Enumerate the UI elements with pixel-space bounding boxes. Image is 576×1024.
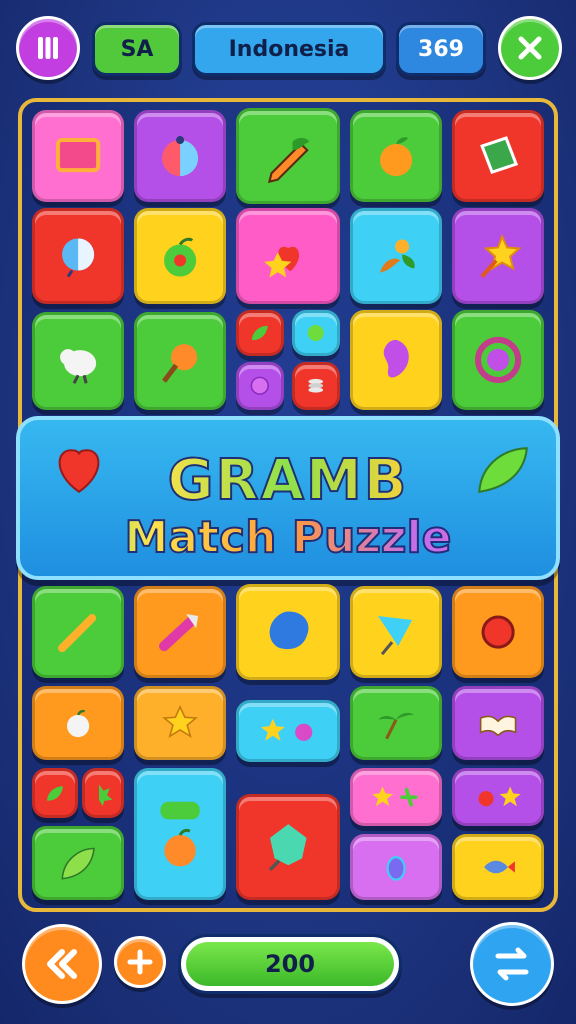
score-value: 369 [418,36,464,62]
frame-icon [55,137,101,173]
tile-purple-book[interactable] [452,686,544,760]
progress-fill: 200 [186,942,394,986]
gem-icon [268,824,307,872]
palm-icon [378,713,414,740]
country-name-badge: Indonesia [192,22,386,76]
tile-orange-apple[interactable] [32,686,124,760]
orb-icon [250,376,270,396]
tile-purple-star[interactable] [452,208,544,304]
tile-yellow-blob[interactable] [236,584,340,680]
tile-green-torch[interactable] [134,312,226,410]
close-button[interactable] [498,16,562,80]
egg-icon [386,856,406,881]
tile-red-leaf-b[interactable] [82,768,124,818]
tile-orange-arrow[interactable] [134,586,226,678]
top-bar: SA Indonesia 369 [0,0,576,100]
add-button[interactable] [114,936,166,988]
tile-yellow-potion[interactable] [350,310,442,410]
tile-purple-egg[interactable] [350,834,442,900]
pencil-icon [267,137,309,183]
tile-red-coins-small[interactable] [292,362,340,410]
tile-green-leaf[interactable] [32,826,124,900]
tile-purple-orb-small[interactable] [236,362,284,410]
heart-star-icon [263,246,299,277]
apple-icon [66,710,90,738]
tile-red-leaf-a[interactable] [32,768,78,818]
tile-cyan-star-berry[interactable] [236,700,340,762]
tile-green-bird[interactable] [32,312,124,410]
apple-star-icon [478,786,521,807]
tile-cyan-flower[interactable] [350,208,442,304]
crystal-icon [377,615,413,656]
leaf-icon [252,325,268,341]
game-title: GRAMB [20,447,556,514]
plus-icon [127,949,153,975]
bird-icon [59,348,97,384]
tile-orange-star[interactable] [134,686,226,760]
blob-icon [269,611,309,649]
star-icon [162,705,198,739]
title-banner: GRAMB Match Puzzle [16,416,560,580]
progress-value: 200 [264,950,316,978]
tile-red-balloon[interactable] [32,208,124,304]
coins-icon [308,379,324,393]
torch-icon [161,343,198,383]
bottom-bar: 200 [0,912,576,1024]
wand-icon [57,613,97,653]
tile-green-palm[interactable] [350,686,442,760]
shuffle-button[interactable] [470,922,554,1006]
controller-fruit-icon [160,801,200,867]
flower-icon [379,238,415,273]
game-subtitle: Match Puzzle [20,511,556,564]
progress-bar: 200 [178,934,402,994]
score-badge: 369 [396,22,486,76]
leaf-icon [47,785,63,801]
leaf-icon [61,847,95,880]
tile-orange-sun[interactable] [452,586,544,678]
tile-green-orange[interactable] [350,110,442,202]
back-button[interactable] [22,924,102,1004]
tile-cyan-lime-small[interactable] [292,310,340,356]
tile-purple-ball[interactable] [134,110,226,202]
country-code: SA [120,36,154,62]
star-berry-icon [260,718,313,742]
open-book-icon [479,715,517,737]
arrow-icon [158,613,199,652]
sun-icon [481,615,515,649]
tile-green-pencil[interactable] [236,108,340,204]
fish-icon [484,860,515,874]
tile-green-wand[interactable] [32,586,124,678]
tile-yellow-crystal[interactable] [350,586,442,678]
lime-icon [308,325,324,341]
tile-purple-apple-star[interactable] [452,768,544,826]
leaf-icon [98,784,112,806]
orange-fruit-icon [379,137,413,177]
tile-yellow-apple[interactable] [134,208,226,304]
country-name: Indonesia [228,36,350,62]
tile-yellow-fish[interactable] [452,834,544,900]
star-wand-icon [480,233,522,278]
tile-cyan-controller[interactable] [134,768,226,900]
tile-red-book[interactable] [452,110,544,202]
pause-button[interactable] [16,16,80,80]
apple-icon [163,237,197,277]
book-icon [479,136,519,174]
tile-green-gear[interactable] [452,310,544,410]
tile-pink-frame[interactable] [32,110,124,202]
gear-icon [474,336,522,384]
star-cross-icon [371,786,418,807]
tile-pink-heart-star[interactable] [236,208,340,304]
balloon-icon [61,237,95,277]
tile-red-gem[interactable] [236,794,340,900]
tile-pink-star-cross[interactable] [350,768,442,826]
close-icon [518,36,542,60]
potion-icon [383,339,409,378]
swap-arrows-icon [495,947,529,981]
tile-red-leaf-small[interactable] [236,310,284,356]
pause-icon [38,37,58,59]
country-code-badge: SA [92,22,182,76]
ball-icon [161,135,199,177]
double-chevron-left-icon [47,949,77,979]
